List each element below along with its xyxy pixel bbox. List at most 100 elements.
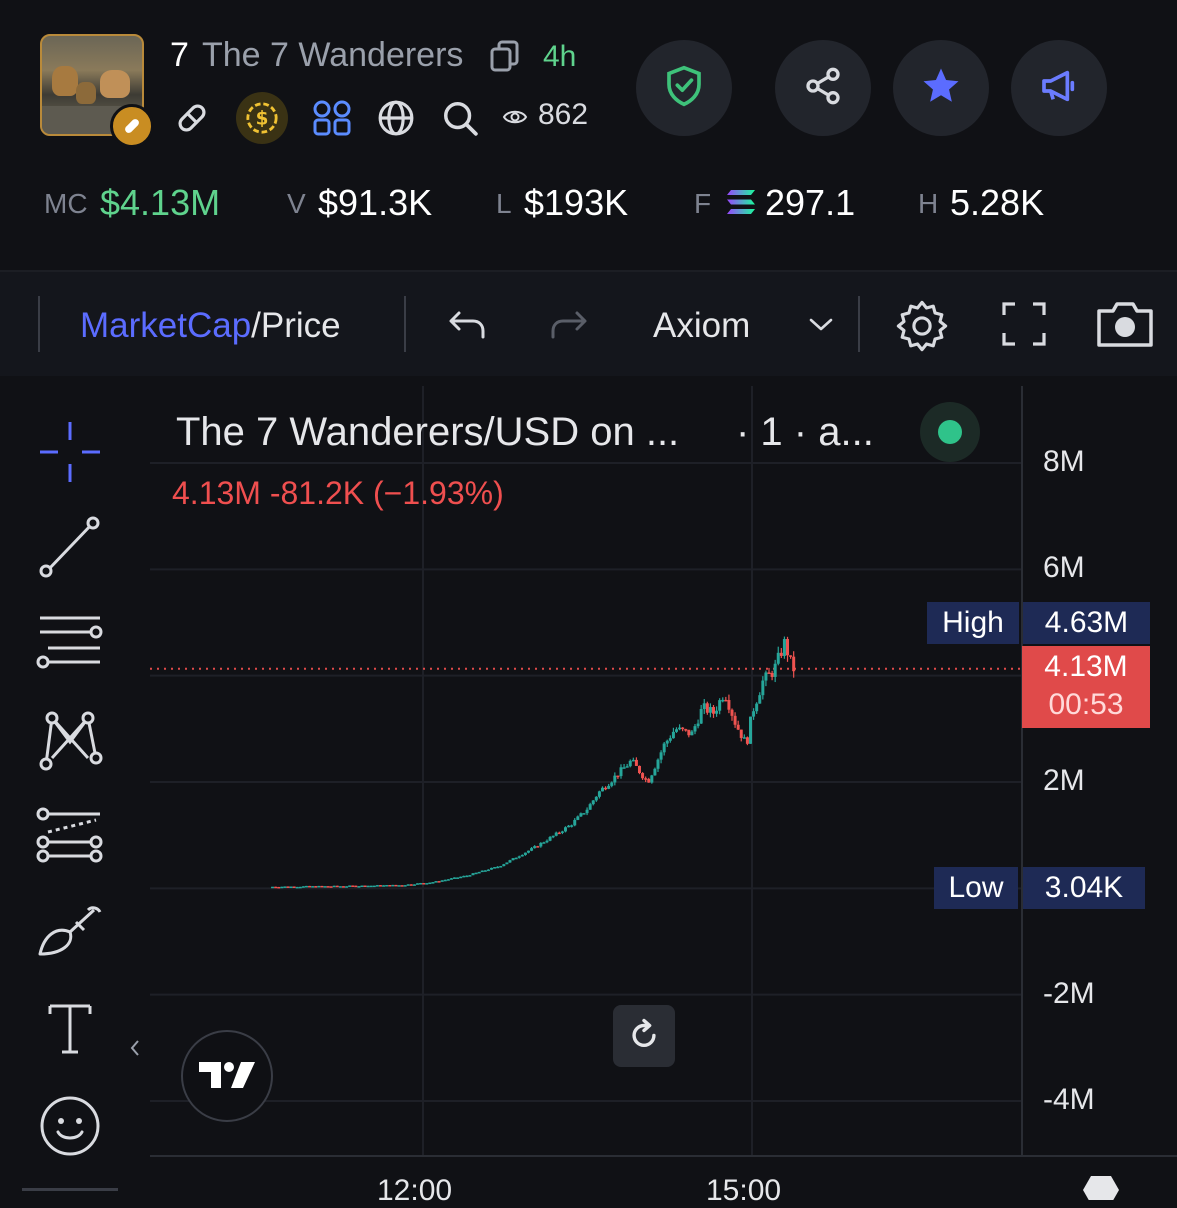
candle-body [440, 880, 444, 882]
candle-body [600, 787, 604, 792]
candle-body [456, 877, 460, 879]
candle-body [687, 729, 691, 736]
candle-body [613, 775, 617, 783]
low-tag: Low [934, 867, 1018, 909]
candle-body [329, 886, 333, 888]
candle-body [338, 886, 342, 888]
candle-body [604, 787, 608, 790]
candle-body [425, 883, 429, 885]
candle-body [671, 731, 675, 739]
candle-body [693, 726, 697, 732]
candle-body [668, 738, 672, 741]
candle-body [616, 775, 620, 778]
candle-body [745, 737, 749, 744]
x-axis-tick-label: 15:00 [706, 1174, 782, 1207]
candle-body [505, 862, 509, 865]
current-value: 4.13M [1044, 650, 1128, 683]
candle-body [712, 707, 716, 714]
candle-body [378, 885, 382, 887]
candle-countdown: 00:53 [1048, 688, 1124, 721]
candle-body [647, 779, 651, 783]
candle-body [690, 731, 694, 736]
reset-chart-button[interactable] [613, 1005, 675, 1067]
low-value: 3.04K [1023, 867, 1145, 909]
candle-body [341, 886, 345, 888]
candle-body [332, 885, 336, 888]
candle-body [619, 767, 623, 777]
candle-body [314, 886, 318, 888]
candle-body [653, 768, 657, 776]
reset-icon [627, 1017, 661, 1056]
candle-body [631, 759, 635, 762]
candle-body [412, 884, 416, 886]
candle-body [786, 639, 790, 656]
candle-body [551, 835, 555, 838]
candle-body [422, 883, 426, 885]
candle-body [369, 885, 373, 888]
candle-body [320, 885, 324, 888]
chart-interval[interactable]: · 1 · a... [736, 410, 874, 455]
candle-body [496, 866, 500, 869]
candle-body [634, 759, 638, 766]
candle-body [468, 875, 472, 877]
candle-body [637, 765, 641, 774]
candle-body [641, 773, 645, 779]
candle-body [545, 840, 549, 843]
candle-body [715, 710, 719, 714]
candle-body [345, 886, 349, 888]
candle-body [733, 715, 737, 725]
candle-body [570, 825, 574, 827]
candle-body [782, 639, 786, 656]
candle-body [308, 885, 312, 888]
chart-ohlc-change: 4.13M -81.2K (−1.93%) [172, 475, 504, 511]
candle-body [681, 727, 685, 730]
candle-body [573, 819, 577, 826]
candle-body [594, 796, 598, 801]
candle-body [311, 886, 315, 888]
candle-body [363, 885, 367, 888]
candle-body [493, 867, 497, 869]
candle-body [375, 885, 379, 887]
candle-body [539, 842, 543, 847]
candle-body [536, 846, 540, 848]
candle-body [326, 886, 330, 888]
status-dot [938, 420, 962, 444]
candle-body [508, 860, 512, 863]
candle-body [295, 886, 299, 889]
candle-body [597, 791, 601, 797]
candle-body [739, 729, 743, 738]
price-chart[interactable] [0, 0, 1177, 1200]
scale-options-icon[interactable] [1080, 1172, 1122, 1200]
candle-body [779, 652, 783, 656]
y-axis-tick-label: 8M [1043, 445, 1085, 478]
candle-body [477, 871, 481, 874]
candle-body [628, 760, 632, 767]
candle-body [431, 882, 435, 884]
candle-body [656, 759, 660, 769]
candle-body [354, 885, 358, 888]
candle-body [749, 716, 753, 744]
candle-body [755, 703, 759, 712]
candle-body [517, 856, 521, 858]
candle-body [406, 884, 410, 886]
candle-body [483, 870, 487, 872]
candle-body [271, 886, 275, 889]
candle-body [388, 885, 392, 887]
candle-body [576, 816, 580, 820]
candle-body [684, 729, 688, 731]
market-status-indicator [920, 402, 980, 462]
candle-body [360, 885, 364, 888]
candle-body [659, 752, 663, 760]
candle-body [474, 872, 478, 875]
candle-body [397, 885, 401, 887]
current-price-tag: 4.13M 00:53 [1022, 646, 1150, 728]
candle-body [567, 825, 571, 828]
candle-body [348, 885, 352, 887]
candle-body [588, 804, 592, 810]
tradingview-logo[interactable] [181, 1030, 273, 1122]
candle-body [409, 884, 413, 886]
candle-body [579, 813, 583, 817]
candle-body [452, 877, 456, 879]
candle-body [736, 724, 740, 730]
candle-body [718, 700, 722, 711]
